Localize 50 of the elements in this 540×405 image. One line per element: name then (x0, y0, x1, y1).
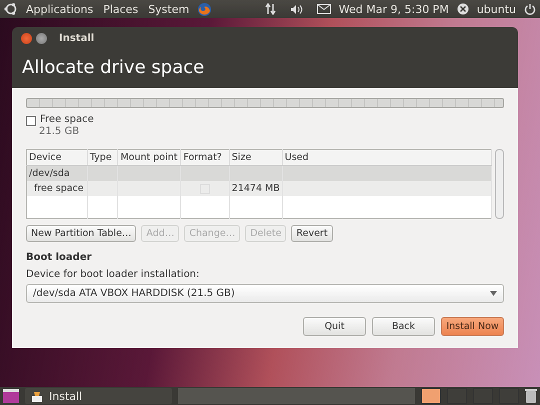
taskbar-task[interactable]: Install (25, 388, 172, 404)
dialog-button[interactable]: Back (372, 317, 435, 336)
table-row[interactable]: free space 21474 MB (26, 181, 492, 196)
column-header[interactable]: Size (229, 150, 282, 166)
primary-button[interactable]: Install Now (441, 317, 504, 336)
dropdown-value: /dev/sda ATA VBOX HARDDISK (21.5 GB) (33, 288, 235, 299)
network-icon[interactable] (264, 3, 276, 15)
partition-button[interactable]: New Partition Table… (26, 225, 136, 242)
table-cell: 21474 MB (232, 183, 280, 194)
column-header[interactable]: Used (282, 150, 492, 166)
boot-device-dropdown[interactable]: /dev/sda ATA VBOX HARDDISK (21.5 GB) (26, 284, 504, 303)
user-status-icon[interactable] (456, 3, 469, 15)
workspace-switcher-icon[interactable] (473, 388, 493, 404)
dropdown-arrow-icon (490, 291, 497, 296)
trash-icon[interactable] (525, 389, 537, 403)
scrollbar[interactable] (495, 149, 504, 219)
panel-menu[interactable]: System (146, 2, 192, 16)
field-label: Device for boot loader installation: (26, 269, 200, 280)
checkbox[interactable] (26, 116, 36, 126)
show-desktop-icon[interactable] (3, 389, 19, 403)
ubuntu-logo-icon[interactable] (4, 2, 18, 16)
column-header[interactable]: Type (87, 150, 118, 166)
clock[interactable]: Wed Mar 9, 5:30 PM (336, 2, 451, 16)
task-label: Install (49, 390, 82, 402)
window-title: Install (59, 32, 94, 44)
dialog-button[interactable]: Quit (303, 317, 366, 336)
workspace-switcher-icon[interactable] (421, 388, 441, 404)
section-heading: Boot loader (26, 252, 93, 263)
legend-label: Free space (40, 114, 94, 126)
installer-icon (31, 390, 43, 402)
partition-button[interactable]: Revert (291, 225, 333, 242)
table-row[interactable]: /dev/sda (26, 166, 492, 181)
close-button[interactable] (21, 32, 32, 44)
volume-icon[interactable] (290, 4, 303, 14)
user-name[interactable]: ubuntu (474, 2, 518, 16)
mail-icon[interactable] (316, 4, 331, 14)
panel-menu[interactable]: Places (101, 2, 140, 16)
legend-size: 21.5 GB (39, 126, 80, 137)
column-header[interactable]: Device (26, 150, 88, 166)
browser-icon[interactable] (197, 2, 212, 16)
column-header[interactable]: Format? (180, 150, 230, 166)
minimize-button[interactable] (36, 32, 47, 44)
column-header[interactable]: Mount point (118, 150, 181, 166)
table-cell-text: free space (33, 183, 84, 194)
page-heading: Allocate drive space (21, 56, 206, 80)
workspace-switcher-icon[interactable] (447, 388, 467, 404)
power-icon[interactable] (524, 3, 536, 15)
workspace-switcher-icon[interactable] (499, 388, 519, 404)
panel-menu[interactable]: Applications (24, 2, 96, 16)
table-cell: /dev/sda (29, 168, 70, 179)
